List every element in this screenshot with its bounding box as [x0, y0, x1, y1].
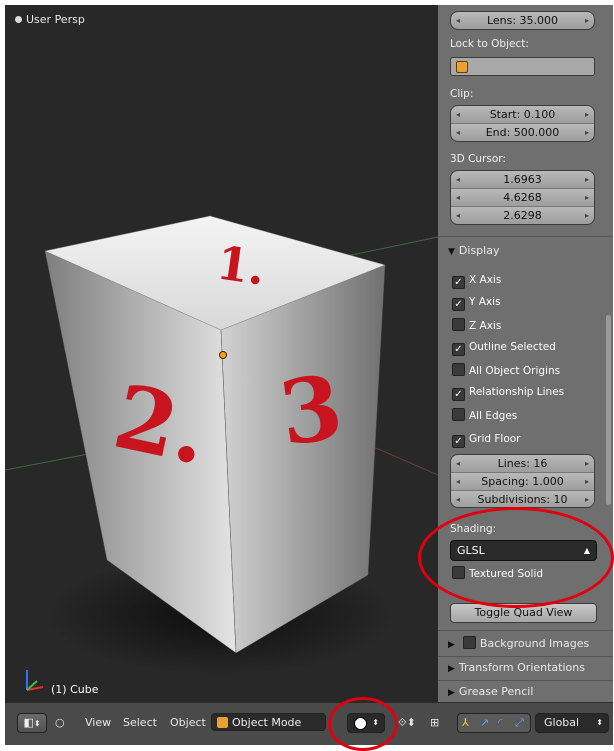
editor-type-button[interactable]: ◧⬍ [17, 713, 47, 733]
collapsed-triangle-icon: ▶ [448, 688, 455, 698]
checkbox-checked-icon: ✓ [452, 435, 465, 448]
relationship-lines-checkbox[interactable]: ✓ Relationship Lines [452, 385, 564, 401]
properties-panel: ◂ Lens: 35.000 ▸ Lock to Object: Clip: ◂ St… [438, 5, 613, 702]
lens-field[interactable]: ◂ Lens: 35.000 ▸ [450, 11, 595, 30]
shading-sphere-icon [354, 717, 367, 730]
manipulator-icon[interactable]: ⊞ [430, 713, 446, 732]
all-edges-checkbox[interactable]: All Edges [452, 408, 517, 422]
properties-scrollbar[interactable] [606, 315, 611, 505]
clip-start-field[interactable]: ◂ Start: 0.100 ▸ [451, 106, 594, 124]
z-axis-checkbox[interactable]: Z Axis [452, 318, 501, 332]
rotate-icon: ◜ [498, 716, 503, 729]
shading-label: Shading: [450, 523, 497, 535]
clip-group: ◂ Start: 0.100 ▸ ◂ End: 500.000 ▸ [450, 105, 595, 142]
cube-editor-icon: ◧ [23, 716, 34, 729]
all-object-origins-checkbox[interactable]: All Object Origins [452, 363, 560, 377]
cursor-y-field[interactable]: ◂ 4.6268 ▸ [451, 189, 594, 207]
axis-gizmo-icon [26, 670, 44, 691]
checkbox-empty-icon [452, 318, 465, 331]
checkbox-empty-icon [462, 636, 476, 649]
checkbox-checked-icon: ✓ [452, 388, 465, 401]
lock-to-object-label: Lock to Object: [450, 38, 529, 50]
cursor-z-field[interactable]: ◂ 2.6298 ▸ [451, 207, 594, 224]
cursor-group: ◂ 1.6963 ▸ ◂ 4.6268 ▸ ◂ 2.6298 ▸ [450, 170, 595, 225]
y-axis-checkbox[interactable]: ✓ Y Axis [452, 295, 501, 311]
cursor-label: 3D Cursor: [450, 153, 506, 165]
active-object-label: (1) Cube [51, 683, 99, 696]
checkbox-empty-icon [452, 408, 465, 421]
cursor-x-field[interactable]: ◂ 1.6963 ▸ [451, 171, 594, 189]
grease-pencil-panel-header[interactable]: ▶ Grease Pencil [442, 682, 609, 702]
x-axis-checkbox[interactable]: ✓ X Axis [452, 273, 501, 289]
grid-spacing-field[interactable]: ◂ Spacing: 1.000 ▸ [451, 473, 594, 491]
object-origin-dot [219, 351, 227, 359]
lock-object-field[interactable] [450, 57, 595, 76]
checkbox-checked-icon: ✓ [452, 343, 465, 356]
translate-icon: ↗ [480, 716, 490, 729]
view-dot-icon [15, 16, 22, 23]
clip-end-field[interactable]: ◂ End: 500.000 ▸ [451, 124, 594, 141]
pivot-point-icon[interactable]: ⟐⬍ [398, 713, 430, 732]
transform-manipulator-buttons[interactable]: ⅄ ↗ ◜ ⤢ [457, 713, 531, 733]
orientation-dropdown[interactable]: Global ⬍ [535, 713, 609, 733]
checkbox-checked-icon: ✓ [452, 298, 465, 311]
grid-subdivisions-field[interactable]: ◂ Subdivisions: 10 ▸ [451, 491, 594, 507]
menu-collapse-icon[interactable]: ○ [55, 713, 65, 732]
object-menu[interactable]: Object [170, 713, 206, 732]
viewport-title-text: User Persp [26, 13, 85, 26]
3d-viewport[interactable]: 1. 2. 3 User Persp (1) Cube [5, 5, 438, 702]
checkbox-empty-icon [452, 363, 465, 376]
toggle-quad-view-button[interactable]: Toggle Quad View [450, 603, 597, 623]
checkbox-empty-icon [452, 566, 465, 579]
collapsed-triangle-icon: ▶ [448, 664, 455, 674]
clip-label: Clip: [450, 88, 474, 100]
object-mode-icon [217, 717, 228, 728]
viewport-title: User Persp [15, 13, 85, 26]
background-images-panel-header[interactable]: ▶ Background Images [442, 634, 609, 654]
cube-scene: 1. 2. 3 [5, 215, 438, 675]
updown-caret-icon: ▲ [583, 546, 590, 555]
grid-floor-checkbox[interactable]: ✓ Grid Floor [452, 432, 521, 448]
manipulator-toggle-icon: ⅄ [462, 716, 469, 729]
blender-window: 1. 2. 3 User Persp (1) Cube ◂ Lens: 35.00… [5, 5, 613, 745]
face-marking-1: 1. [213, 235, 268, 295]
shading-dropdown[interactable]: GLSL ▲ [450, 540, 597, 561]
outline-selected-checkbox[interactable]: ✓ Outline Selected [452, 340, 556, 356]
grid-lines-field[interactable]: ◂ Lines: 16 ▸ [451, 455, 594, 473]
scale-icon: ⤢ [515, 716, 524, 729]
3d-view-header: ◧⬍ ○ View Select Object Object Mode ⬍ ⟐⬍… [5, 702, 613, 745]
cube-icon [456, 61, 468, 73]
textured-solid-checkbox[interactable]: Textured Solid [452, 566, 543, 580]
expanded-triangle-icon: ▼ [448, 247, 455, 257]
mode-selector[interactable]: Object Mode [211, 713, 326, 731]
grid-group: ◂ Lines: 16 ▸ ◂ Spacing: 1.000 ▸ ◂ Subdivisio… [450, 454, 595, 508]
viewport-shading-button[interactable]: ⬍ [347, 713, 385, 733]
collapsed-triangle-icon: ▶ [448, 640, 455, 650]
view-menu[interactable]: View [85, 713, 111, 732]
display-panel-header[interactable]: ▼ Display [442, 241, 609, 261]
checkbox-checked-icon: ✓ [452, 276, 465, 289]
select-menu[interactable]: Select [123, 713, 157, 732]
transform-orientations-panel-header[interactable]: ▶ Transform Orientations [442, 658, 609, 678]
